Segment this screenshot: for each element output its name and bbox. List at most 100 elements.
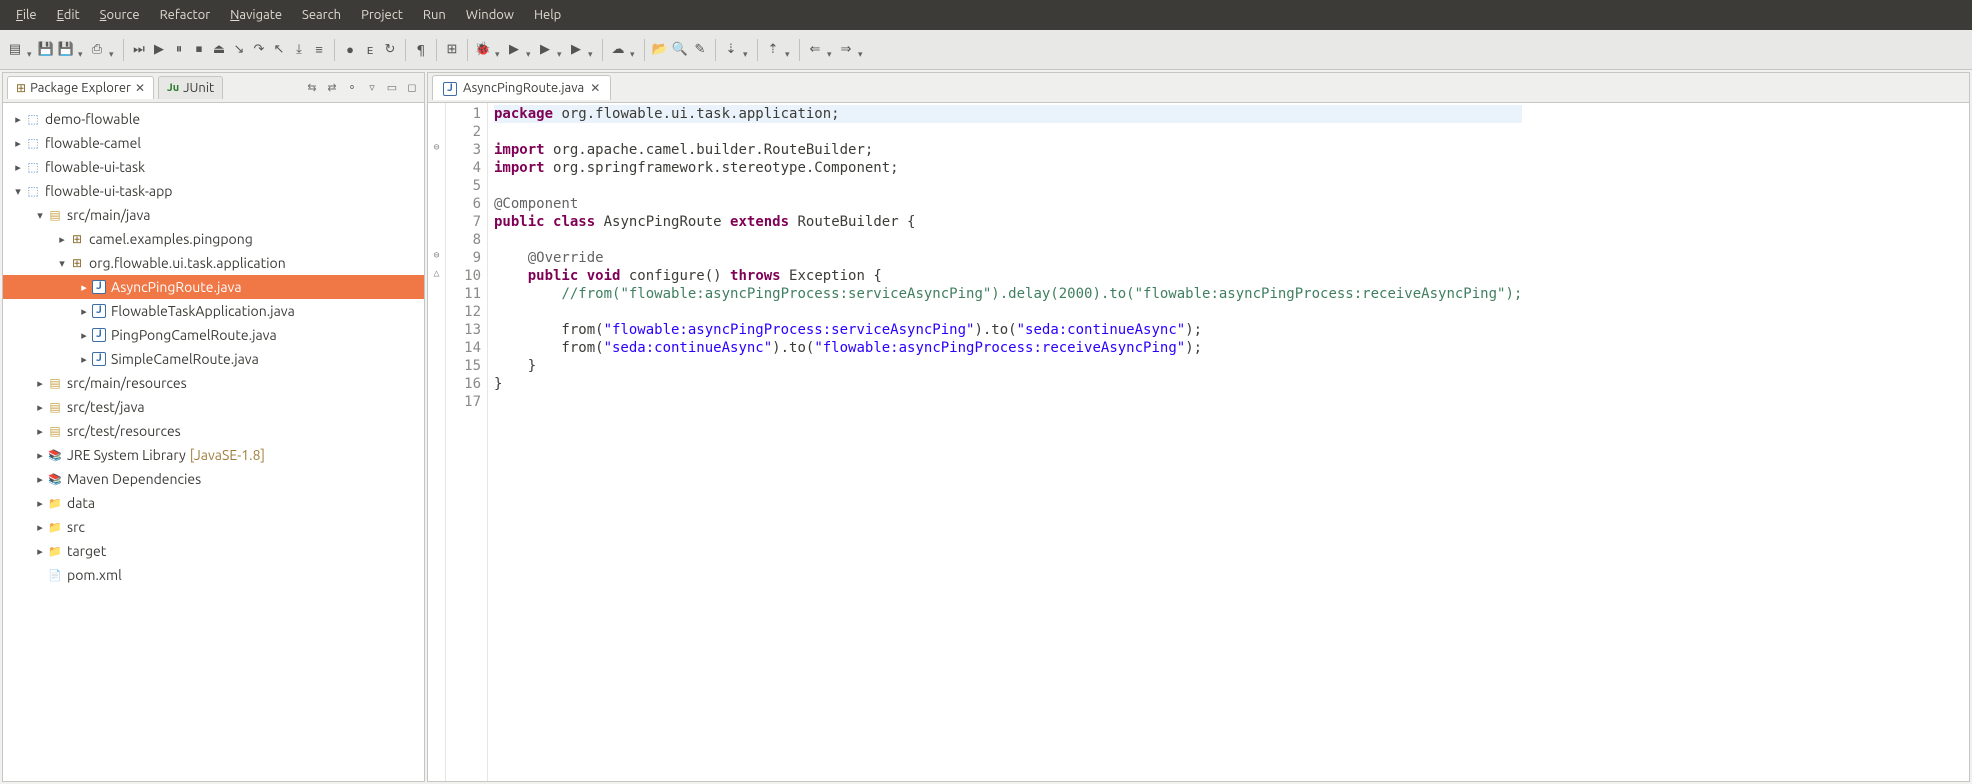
expand-arrow-icon[interactable]: ▸ [77, 329, 91, 342]
code-line[interactable]: public class AsyncPingRoute extends Rout… [494, 213, 1522, 231]
tree-node[interactable]: ▸camel.examples.pingpong [3, 227, 424, 251]
dropdown-icon[interactable] [743, 46, 751, 54]
menu-window[interactable]: Window [456, 2, 524, 28]
new-server-icon[interactable]: ☁ [609, 41, 627, 59]
link-editor-icon[interactable]: ⇄ [324, 80, 340, 96]
step-over-icon[interactable]: ↷ [250, 41, 268, 59]
tree-node[interactable]: ▸src [3, 515, 424, 539]
tree-node[interactable]: ▸src/main/resources [3, 371, 424, 395]
expand-arrow-icon[interactable]: ▾ [33, 209, 47, 222]
tree-node[interactable]: ▸AsyncPingRoute.java [3, 275, 424, 299]
tree-node[interactable]: ▸flowable-ui-task [3, 155, 424, 179]
expand-arrow-icon[interactable]: ▾ [55, 257, 69, 270]
expand-arrow-icon[interactable]: ▸ [33, 497, 47, 510]
drop-icon[interactable]: ⤓ [290, 41, 308, 59]
tree-node[interactable]: ▾org.flowable.ui.task.application [3, 251, 424, 275]
expand-arrow-icon[interactable]: ▸ [11, 161, 25, 174]
stop-icon[interactable]: ⏹ [190, 41, 208, 59]
expand-arrow-icon[interactable]: ▸ [11, 113, 25, 126]
code-line[interactable] [494, 303, 1522, 321]
expand-arrow-icon[interactable]: ▸ [33, 401, 47, 414]
expand-arrow-icon[interactable]: ▸ [77, 353, 91, 366]
run-icon[interactable]: ▶ [505, 41, 523, 59]
breakpoint-icon[interactable]: ● [341, 41, 359, 59]
menu-help[interactable]: Help [524, 2, 571, 28]
minimize-icon[interactable]: ▭ [384, 80, 400, 96]
tree-node[interactable]: ▸target [3, 539, 424, 563]
menu-navigate[interactable]: Navigate [220, 2, 292, 28]
fwd-icon[interactable]: ⇒ [837, 41, 855, 59]
toggle-icon[interactable]: ¶ [412, 41, 430, 59]
expand-arrow-icon[interactable]: ▸ [33, 377, 47, 390]
tree-node[interactable]: ▸JRE System Library[JavaSE-1.8] [3, 443, 424, 467]
tree-node[interactable]: pom.xml [3, 563, 424, 587]
dropdown-icon[interactable] [588, 46, 596, 54]
step-return-icon[interactable]: ↖ [270, 41, 288, 59]
expand-arrow-icon[interactable]: ▸ [33, 425, 47, 438]
tree-node[interactable]: ▸data [3, 491, 424, 515]
tree-node[interactable]: ▸PingPongCamelRoute.java [3, 323, 424, 347]
code-line[interactable] [494, 177, 1522, 195]
menu-run[interactable]: Run [413, 2, 456, 28]
dropdown-icon[interactable] [557, 46, 565, 54]
editor-tab[interactable]: AsyncPingRoute.java ✕ [432, 75, 611, 100]
dropdown-icon[interactable] [495, 46, 503, 54]
dropdown-icon[interactable] [785, 46, 793, 54]
run-ext-icon[interactable]: ▶ [567, 41, 585, 59]
prev-icon[interactable]: ⇡ [764, 41, 782, 59]
menu-source[interactable]: Source [90, 2, 150, 28]
dropdown-icon[interactable] [827, 46, 835, 54]
new-icon[interactable]: ▤ [6, 41, 24, 59]
tab-package-explorer[interactable]: Package Explorer ✕ [7, 76, 154, 99]
code-line[interactable]: @Component [494, 195, 1522, 213]
expand-arrow-icon[interactable]: ▸ [11, 137, 25, 150]
next-icon[interactable]: ⇣ [722, 41, 740, 59]
code-content[interactable]: package org.flowable.ui.task.application… [488, 103, 1528, 781]
dropdown-icon[interactable] [630, 46, 638, 54]
code-line[interactable]: from("seda:continueAsync").to("flowable:… [494, 339, 1522, 357]
tree-node[interactable]: ▸SimpleCamelRoute.java [3, 347, 424, 371]
expand-arrow-icon[interactable]: ▸ [33, 449, 47, 462]
tree-node[interactable]: ▸src/test/resources [3, 419, 424, 443]
code-line[interactable]: @Override [494, 249, 1522, 267]
tree-node[interactable]: ▸flowable-camel [3, 131, 424, 155]
pause-icon[interactable]: ⏸ [170, 41, 188, 59]
dropdown-icon[interactable] [78, 46, 86, 54]
code-line[interactable]: import org.apache.camel.builder.RouteBui… [494, 141, 1522, 159]
new-pkg-icon[interactable]: ⊞ [443, 41, 461, 59]
dropdown-icon[interactable] [526, 46, 534, 54]
project-tree[interactable]: ▸demo-flowable▸flowable-camel▸flowable-u… [3, 103, 424, 781]
expand-arrow-icon[interactable]: ▸ [77, 305, 91, 318]
back-icon[interactable]: ⇐ [806, 41, 824, 59]
tree-node[interactable]: ▸FlowableTaskApplication.java [3, 299, 424, 323]
dropdown-icon[interactable]: ▿ [364, 80, 380, 96]
code-area[interactable]: ⊖⊖△ 1234567891011121314151617 package or… [428, 103, 1969, 781]
tree-node[interactable]: ▸src/test/java [3, 395, 424, 419]
close-icon[interactable]: ✕ [135, 81, 145, 95]
code-line[interactable]: package org.flowable.ui.task.application… [494, 105, 1522, 123]
last-icon[interactable]: ↻ [381, 41, 399, 59]
view-menu-icon[interactable]: ⚬ [344, 80, 360, 96]
dropdown-icon[interactable] [27, 46, 35, 54]
expand-arrow-icon[interactable]: ▸ [55, 233, 69, 246]
dropdown-icon[interactable] [109, 46, 117, 54]
expand-arrow-icon[interactable]: ▸ [33, 521, 47, 534]
expr-icon[interactable]: ᴇ [361, 41, 379, 59]
save-icon[interactable]: 💾 [37, 41, 55, 59]
step-filter-icon[interactable]: ≡ [310, 41, 328, 59]
code-line[interactable]: } [494, 357, 1522, 375]
task-icon[interactable]: ✎ [691, 41, 709, 59]
tree-node[interactable]: ▾src/main/java [3, 203, 424, 227]
dropdown-icon[interactable] [858, 46, 866, 54]
coverage-icon[interactable]: ▶ [536, 41, 554, 59]
print-icon[interactable]: ⎙ [88, 41, 106, 59]
disconnect-icon[interactable]: ⏏ [210, 41, 228, 59]
code-line[interactable] [494, 393, 1522, 411]
expand-arrow-icon[interactable]: ▸ [77, 281, 91, 294]
debug-step-icon[interactable]: ▶ [150, 41, 168, 59]
skip-icon[interactable]: ⏭ [130, 41, 148, 59]
code-line[interactable]: from("flowable:asyncPingProcess:serviceA… [494, 321, 1522, 339]
maximize-icon[interactable]: ◻ [404, 80, 420, 96]
menu-edit[interactable]: Edit [47, 2, 90, 28]
expand-arrow-icon[interactable]: ▸ [33, 473, 47, 486]
